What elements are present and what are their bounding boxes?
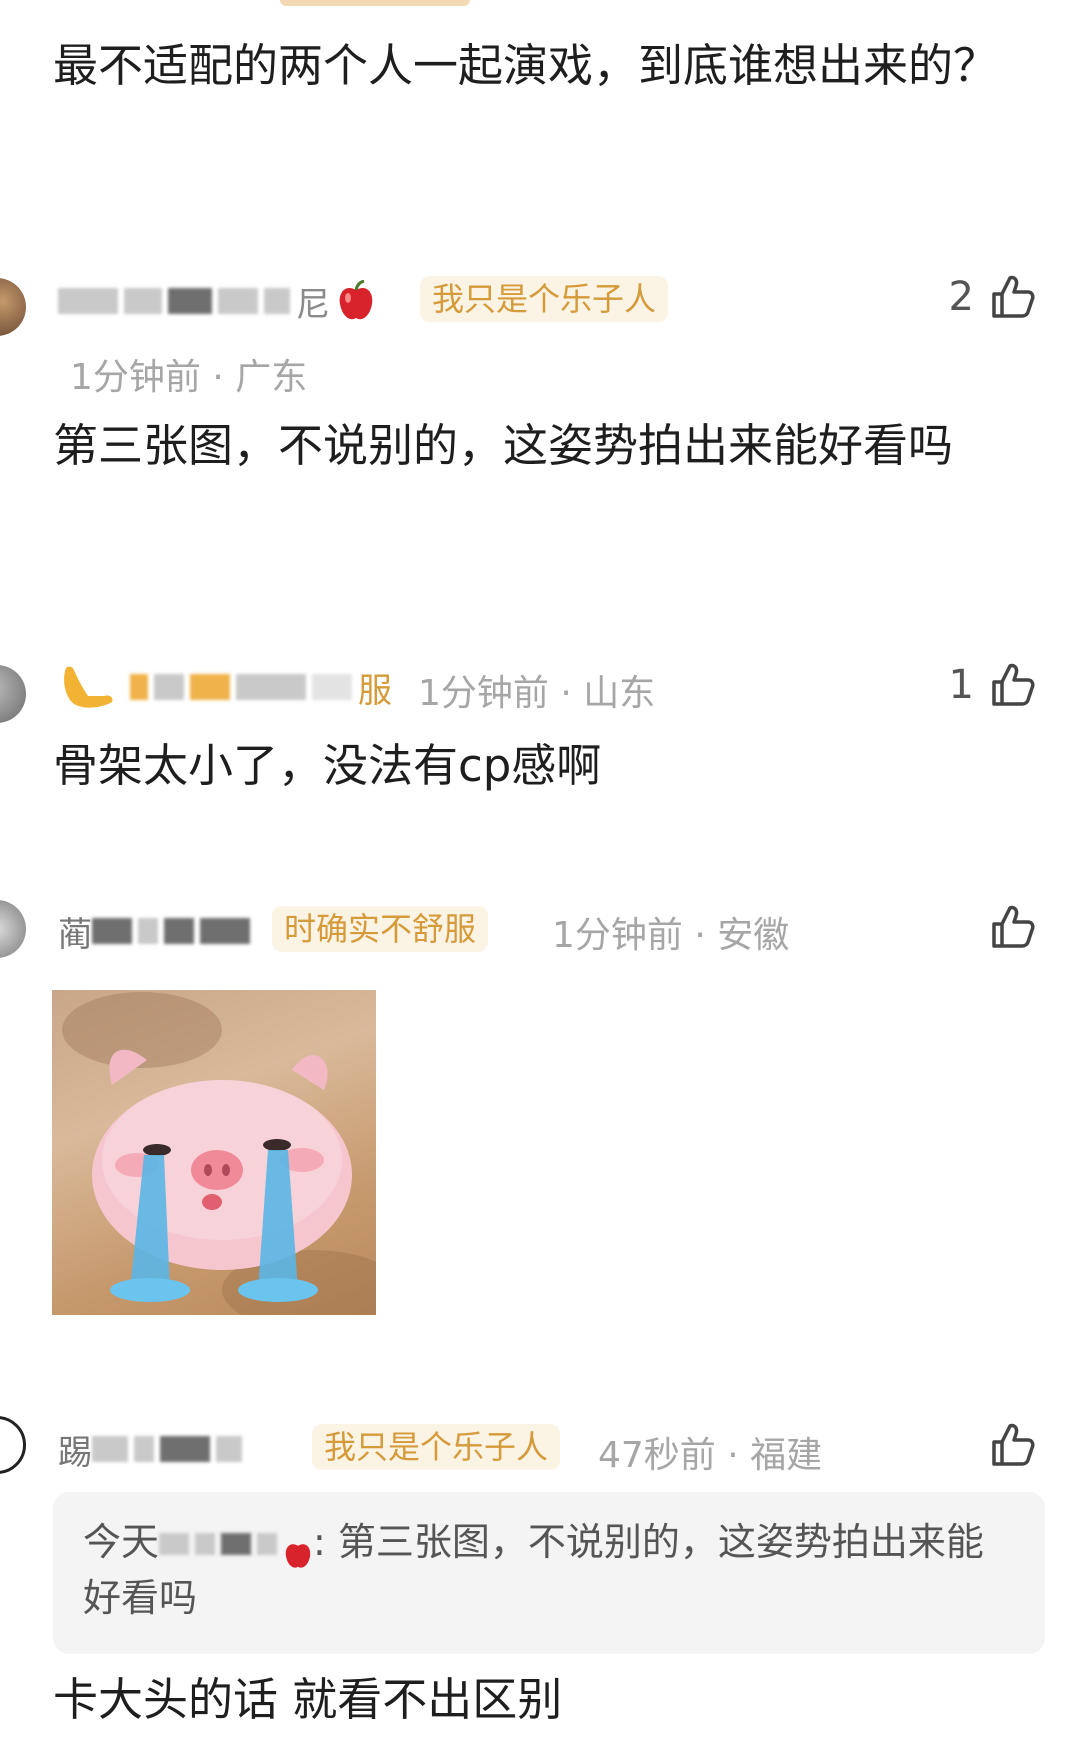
comment-region: 广东 [235,357,308,398]
avatar[interactable] [0,665,26,723]
apple-icon [336,279,376,322]
post-text: 最不适配的两个人一起演戏，到底谁想出来的？ [53,39,999,92]
quoted-comment-text: 今天: 第三张图，不说别的，这姿势拍出来能好看吗 [83,1520,984,1620]
comment-region: 安徽 [717,915,790,956]
username[interactable]: 服 [58,662,392,712]
username[interactable]: 踢 [58,1424,248,1474]
like-count: 1 [948,662,974,708]
top-decoration [280,0,470,6]
comment-meta: 1分钟前 · 广东 [70,357,308,398]
comment-time: 47秒前 [598,1435,716,1476]
username[interactable]: 尼 [58,278,376,325]
sticker-image[interactable] [52,990,376,1315]
comment-meta: 1分钟前 · 安徽 [552,915,790,956]
avatar[interactable] [0,900,26,958]
comment-time: 1分钟前 [552,915,683,956]
user-badge: 我只是个乐子人 [312,1424,561,1470]
comment-region: 山东 [583,673,656,714]
comment-meta: 47秒前 · 福建 [598,1435,823,1476]
pointing-hand-icon [58,664,116,710]
like-button[interactable] [988,1420,1038,1470]
thumbs-up-icon [992,663,1035,706]
comment-time: 1分钟前 [70,357,201,398]
user-badge: 我只是个乐子人 [420,276,669,322]
username[interactable]: 蔺 [58,906,256,956]
quoted-comment[interactable]: 今天: 第三张图，不说别的，这姿势拍出来能好看吗 [53,1492,1045,1654]
like-button[interactable]: 1 [949,660,1038,710]
comment-text: 卡大头的话 就看不出区别 [53,1673,563,1726]
like-button[interactable] [988,902,1038,952]
crying-pig-icon [62,992,376,1315]
thumbs-up-icon [992,1423,1035,1466]
apple-icon [283,1529,313,1568]
comment-meta: 1分钟前 · 山东 [418,673,656,714]
user-badge: 时确实不舒服 [272,906,489,952]
comment-region: 福建 [750,1435,823,1476]
avatar[interactable] [0,278,26,336]
comment-text: 骨架太小了，没法有cp感啊 [53,739,602,792]
thumbs-up-icon [992,275,1035,318]
comment-time: 1分钟前 [418,673,549,714]
like-button[interactable]: 2 [949,272,1038,322]
like-count: 2 [948,274,974,320]
avatar[interactable] [0,1416,26,1474]
thumbs-up-icon [992,905,1035,948]
comment-text: 第三张图，不说别的，这姿势拍出来能好看吗 [53,419,954,472]
